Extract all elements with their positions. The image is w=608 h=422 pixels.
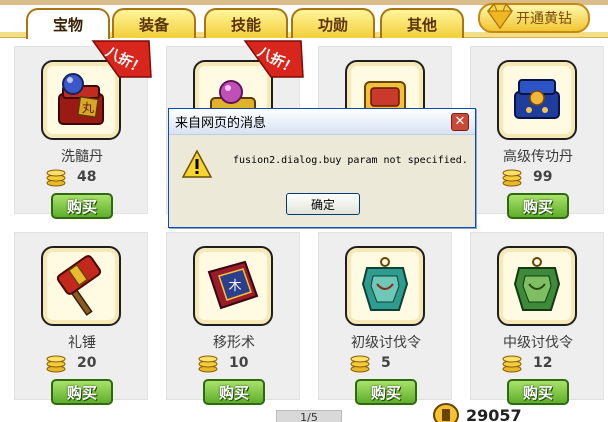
buy-button[interactable]: 购买 [507, 379, 569, 405]
item-price: 20 [77, 355, 97, 371]
buy-button[interactable]: 购买 [203, 379, 265, 405]
item-price: 12 [533, 355, 553, 371]
page-indicator: 1/5 [276, 410, 342, 422]
item-icon-frame[interactable] [497, 60, 577, 140]
item-price-row: 99 [501, 166, 552, 188]
item-price-row: 10 [197, 352, 248, 374]
vip-button[interactable]: 开通黄钻 [478, 3, 590, 33]
item-card: 丸 八折！ 洗髓丹 48 购买 [14, 40, 152, 219]
item-price: 99 [533, 169, 553, 185]
item-price: 5 [381, 355, 391, 371]
coin-stack-icon [350, 355, 370, 373]
buy-button[interactable]: 购买 [355, 379, 417, 405]
tab-other[interactable]: 其他 [380, 8, 464, 38]
coin-stack-icon [46, 355, 66, 373]
book-icon: 木 [207, 260, 259, 310]
item-name: 初级讨伐令 [351, 335, 421, 351]
token-icon [513, 257, 561, 311]
coin-stack-icon [502, 169, 522, 187]
item-price-row: 5 [349, 352, 391, 374]
item-card: 木 移形术 10 购买 [166, 232, 300, 405]
gold-balance-value: 29057 [466, 405, 522, 422]
gold-coin-icon [433, 403, 459, 422]
vip-button-label: 开通黄钻 [516, 11, 572, 27]
blue-box-icon [514, 79, 560, 119]
item-price: 48 [77, 169, 97, 185]
item-price-row: 48 [45, 166, 96, 188]
discount-badge: 八折！ [91, 40, 152, 78]
svg-text:木: 木 [228, 279, 241, 294]
alert-dialog: 来自网页的消息 ✕ fusion2.dialog.buy param not s… [168, 108, 476, 228]
item-card: 高级传功丹 99 购买 [470, 46, 604, 219]
close-icon[interactable]: ✕ [451, 113, 469, 131]
item-icon-frame[interactable] [497, 246, 577, 326]
coin-stack-icon [198, 355, 218, 373]
tab-equipment[interactable]: 装备 [112, 8, 196, 38]
buy-button[interactable]: 购买 [507, 193, 569, 219]
item-name: 中级讨伐令 [503, 335, 573, 351]
buy-button[interactable]: 购买 [51, 193, 113, 219]
item-card: 中级讨伐令 12 购买 [470, 232, 604, 405]
item-name: 高级传功丹 [503, 149, 573, 165]
gold-balance: 29057 [432, 403, 522, 422]
hammer-icon [56, 255, 102, 316]
item-price-row: 12 [501, 352, 552, 374]
tab-bar: 宝物 装备 技能 功勋 其他 开通黄钻 [0, 0, 608, 39]
item-name: 礼锤 [68, 335, 96, 351]
dialog-message: fusion2.dialog.buy param not specified. [233, 155, 468, 166]
ok-button[interactable]: 确定 [286, 193, 360, 215]
diamond-icon [487, 3, 513, 30]
tab-treasure[interactable]: 宝物 [26, 8, 110, 39]
item-icon-frame[interactable] [41, 246, 121, 326]
svg-text:丸: 丸 [82, 101, 94, 115]
item-price: 10 [229, 355, 249, 371]
item-icon-frame[interactable] [345, 246, 425, 326]
item-price-row: 20 [45, 352, 96, 374]
coin-stack-icon [46, 169, 66, 187]
token-icon [361, 257, 409, 311]
item-card: 初级讨伐令 5 购买 [318, 232, 452, 405]
dialog-title: 来自网页的消息 [169, 109, 475, 135]
item-name: 移形术 [213, 335, 255, 351]
discount-badge: 八折！ [243, 40, 304, 78]
buy-button[interactable]: 购买 [51, 379, 113, 405]
item-name: 洗髓丹 [61, 149, 103, 165]
coin-stack-icon [502, 355, 522, 373]
tab-merit[interactable]: 功勋 [291, 8, 375, 38]
warning-icon [181, 149, 213, 178]
tab-skills[interactable]: 技能 [204, 8, 288, 38]
item-card: 礼锤 20 购买 [14, 232, 148, 405]
item-icon-frame[interactable]: 木 [193, 246, 273, 326]
